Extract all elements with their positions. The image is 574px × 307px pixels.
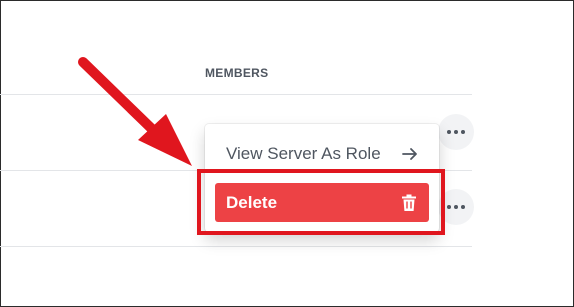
annotation-arrow xyxy=(78,57,192,166)
